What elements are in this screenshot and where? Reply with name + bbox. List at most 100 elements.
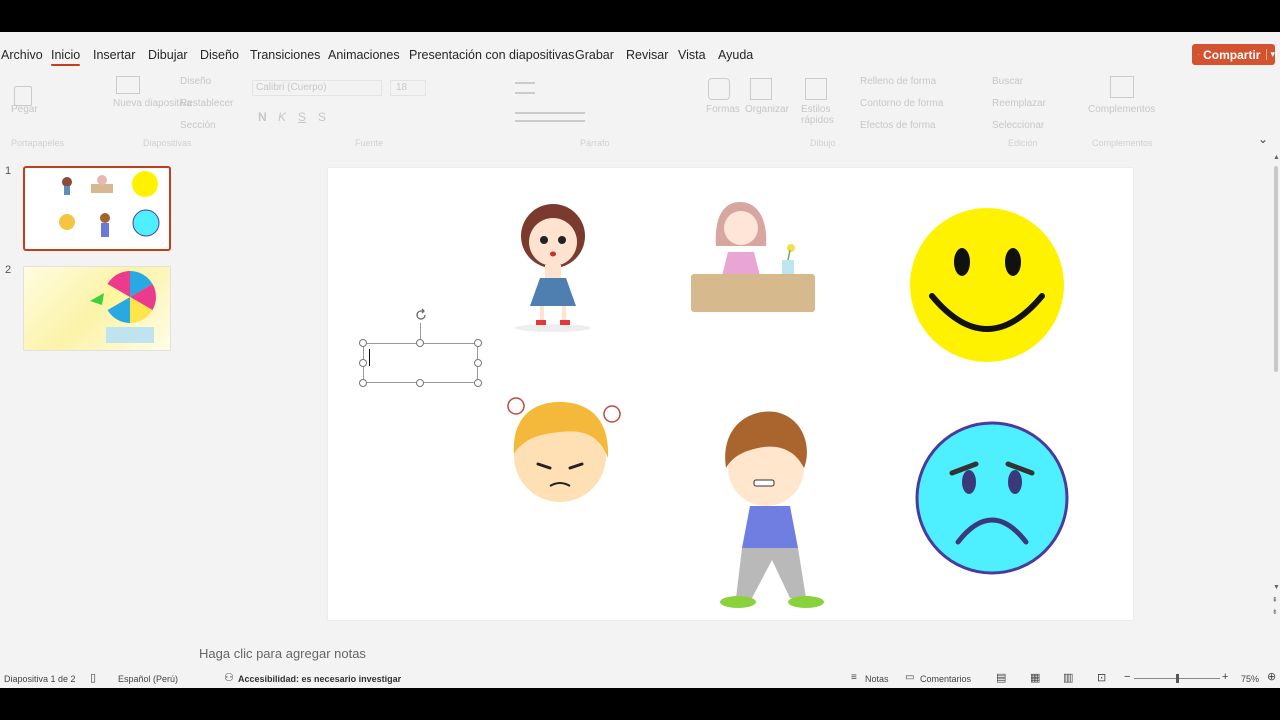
slide-thumbnail-1[interactable] [23, 166, 171, 251]
tab-diseno[interactable]: Diseño [200, 48, 239, 62]
paste-button[interactable]: Pegar [11, 104, 38, 115]
resize-handle-bottom-right[interactable] [474, 379, 482, 387]
scared-boy-image[interactable] [720, 411, 824, 608]
slide-sorter-icon[interactable]: ▦ [1030, 671, 1040, 684]
resize-handle-bottom[interactable] [416, 379, 424, 387]
quick-styles-button[interactable]: Estilos rápidos [801, 104, 841, 126]
next-slide-icon[interactable]: ⇟ [1272, 608, 1278, 616]
tab-animaciones[interactable]: Animaciones [328, 48, 400, 62]
notes-button[interactable]: Notas [865, 674, 889, 684]
new-slide-icon[interactable] [116, 76, 140, 94]
tab-presentacion[interactable]: Presentación con diapositivas [409, 48, 574, 62]
share-icon [1198, 53, 1199, 56]
resize-handle-top-left[interactable] [359, 339, 367, 347]
book-icon[interactable]: ▯ [90, 671, 96, 684]
addins-icon[interactable] [1110, 76, 1134, 98]
powerpoint-window: Archivo Inicio Insertar Dibujar Diseño T… [0, 32, 1280, 688]
zoom-in-button[interactable]: + [1222, 671, 1228, 683]
tab-vista[interactable]: Vista [678, 48, 706, 62]
tab-revisar[interactable]: Revisar [626, 48, 668, 62]
tab-archivo[interactable]: Archivo [1, 48, 43, 62]
vertical-scrollbar[interactable]: ▲ ▼ ⇞ ⇟ [1272, 154, 1280, 624]
replace-button[interactable]: Reemplazar [992, 98, 1046, 109]
normal-view-icon[interactable]: ▤ [996, 671, 1006, 684]
reset-button[interactable]: Restablecer [180, 98, 233, 109]
fit-slide-icon[interactable]: ⊕ [1267, 670, 1276, 683]
thumbnail-2-preview [90, 271, 156, 343]
girl-at-desk-image[interactable] [691, 202, 815, 312]
screen-bottom-bar [0, 688, 1280, 720]
reading-view-icon[interactable]: ▥ [1063, 671, 1073, 684]
effects-button[interactable]: Efectos de forma [860, 120, 936, 131]
accessibility-value: es necesario investigar [301, 674, 402, 684]
arrange-button[interactable]: Organizar [745, 104, 789, 115]
tab-insertar[interactable]: Insertar [93, 48, 135, 62]
find-button[interactable]: Buscar [992, 76, 1023, 87]
tab-dibujar[interactable]: Dibujar [148, 48, 188, 62]
notes-icon[interactable]: ≡ [851, 672, 857, 683]
thumb-number-2: 2 [5, 264, 12, 276]
tab-grabar[interactable]: Grabar [575, 48, 614, 62]
prev-slide-icon[interactable]: ⇞ [1272, 596, 1278, 604]
zoom-slider-thumb[interactable] [1176, 674, 1179, 683]
underline-icon[interactable]: S [298, 110, 306, 124]
sad-face-image[interactable] [915, 421, 1069, 575]
group-drawing: Dibujo [810, 138, 836, 148]
font-name-value: Calibri (Cuerpo) [256, 82, 327, 93]
zoom-level[interactable]: 75% [1241, 674, 1259, 684]
slide-thumbnail-2[interactable] [23, 266, 171, 351]
chevron-down-icon[interactable]: ▾ [1266, 49, 1275, 60]
slide-counter: Diapositiva 1 de 2 [4, 674, 76, 684]
accessibility-label: Accesibilidad: [238, 674, 300, 684]
resize-handle-right[interactable] [474, 359, 482, 367]
arrange-icon[interactable] [750, 78, 772, 100]
quick-styles-icon[interactable] [805, 78, 827, 100]
zoom-out-button[interactable]: − [1124, 671, 1130, 683]
collapse-ribbon-icon[interactable]: ⌄ [1258, 132, 1268, 146]
bold-icon[interactable]: N [258, 110, 267, 124]
group-slides: Diapositivas [143, 138, 192, 148]
select-button[interactable]: Seleccionar [992, 120, 1044, 131]
tab-transiciones[interactable]: Transiciones [250, 48, 320, 62]
section-button[interactable]: Sección [180, 120, 216, 131]
thumb-number-1: 1 [5, 165, 12, 177]
slide-canvas[interactable] [327, 167, 1134, 621]
resize-handle-bottom-left[interactable] [359, 379, 367, 387]
paste-icon[interactable] [14, 86, 32, 106]
align-icon[interactable] [515, 112, 585, 122]
language-indicator[interactable]: Español (Perú) [118, 674, 178, 684]
scroll-down-icon[interactable]: ▼ [1273, 584, 1280, 591]
layout-button[interactable]: Diseño [180, 76, 211, 87]
outline-button[interactable]: Contorno de forma [860, 98, 943, 109]
strike-icon[interactable]: S [318, 110, 326, 124]
tab-inicio[interactable]: Inicio [51, 48, 81, 66]
resize-handle-top[interactable] [416, 339, 424, 347]
tab-ayuda[interactable]: Ayuda [718, 48, 753, 62]
scroll-up-icon[interactable]: ▲ [1273, 154, 1280, 161]
bullets-icon[interactable] [515, 82, 535, 94]
accessibility-status[interactable]: Accesibilidad: es necesario investigar [238, 674, 401, 684]
girl-standing-image[interactable] [515, 204, 591, 332]
fill-button[interactable]: Relleno de forma [860, 76, 936, 87]
shapes-icon[interactable] [708, 78, 730, 100]
notes-placeholder[interactable]: Haga clic para agregar notas [199, 646, 366, 661]
text-cursor [369, 349, 370, 366]
shapes-button[interactable]: Formas [706, 104, 740, 115]
happy-face-image[interactable] [910, 208, 1064, 362]
resize-handle-left[interactable] [359, 359, 367, 367]
share-button[interactable]: Compartir ▾ [1192, 44, 1275, 65]
italic-icon[interactable]: K [278, 110, 286, 124]
group-clipboard: Portapapeles [11, 138, 65, 148]
scroll-thumb[interactable] [1274, 166, 1278, 372]
resize-handle-top-right[interactable] [474, 339, 482, 347]
accessibility-icon[interactable]: ⚇ [224, 671, 234, 684]
addins-button[interactable]: Complementos [1088, 104, 1155, 115]
group-editing: Edición [1008, 138, 1038, 148]
slideshow-icon[interactable]: ⊡ [1097, 671, 1106, 684]
comments-icon[interactable]: ▭ [905, 672, 914, 683]
thumbnail-1-preview [59, 171, 160, 237]
selected-text-box[interactable] [363, 343, 478, 383]
rotate-handle-icon[interactable] [413, 307, 429, 323]
angry-kid-image[interactable] [507, 397, 621, 502]
comments-button[interactable]: Comentarios [920, 674, 971, 684]
